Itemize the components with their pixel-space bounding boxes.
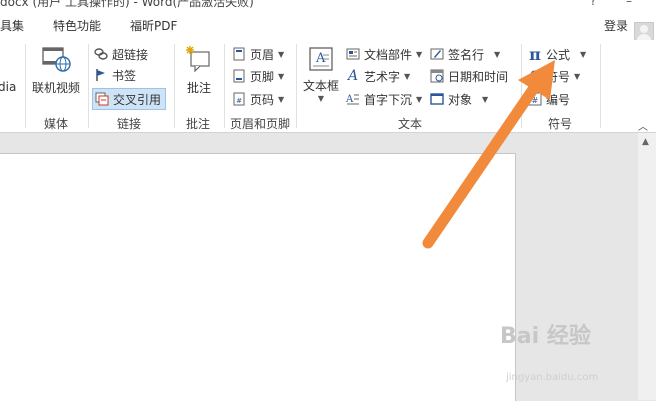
number-label: 编号 (546, 92, 571, 107)
quick-parts-icon (346, 47, 360, 61)
scroll-up-icon[interactable]: ▲ (642, 137, 649, 147)
quick-parts-dropdown[interactable]: 文档部件 ▼ (346, 44, 422, 64)
svg-text:A: A (346, 94, 354, 105)
comment-button[interactable]: 批注 (180, 46, 218, 96)
avatar[interactable] (634, 22, 654, 42)
object-label: 对象 (448, 92, 473, 107)
header-label: 页眉 (250, 47, 275, 62)
watermark-logo: Bai 经验 (500, 324, 591, 349)
number-button[interactable]: # 编号 (528, 89, 570, 109)
chevron-down-icon: ▼ (278, 71, 285, 81)
group-label-text: 文本 (398, 117, 423, 131)
flag-icon (94, 68, 108, 82)
bookmark-label: 书签 (112, 68, 137, 83)
dropcap-icon: A (346, 92, 360, 106)
media-cut-label[interactable]: dia (0, 80, 16, 94)
footer-label: 页脚 (250, 69, 275, 84)
signature-line-dropdown[interactable]: 签名行 ▼ (430, 44, 500, 64)
signature-line-label: 签名行 (448, 47, 485, 62)
group-label-symbols: 符号 (548, 117, 573, 131)
signature-pen-icon (430, 47, 444, 61)
footer-dropdown[interactable]: 页脚 ▼ (232, 66, 284, 86)
wordart-dropdown[interactable]: A 艺术字 ▼ (346, 66, 410, 86)
textbox-dropdown[interactable]: A 文本框 ▼ (300, 46, 342, 103)
page-number-dropdown[interactable]: # 页码 ▼ (232, 89, 284, 109)
equation-dropdown[interactable]: π 公式 ▼ (528, 44, 586, 64)
omega-icon: Ω (529, 68, 541, 84)
cross-reference-button[interactable]: 交叉引用 (92, 88, 167, 110)
quick-parts-label: 文档部件 (364, 47, 413, 62)
svg-text:#: # (236, 97, 242, 105)
chevron-down-icon: ▼ (317, 94, 325, 103)
pi-icon: π (529, 44, 541, 64)
vertical-scrollbar[interactable]: ▲ (638, 133, 656, 400)
page-number-label: 页码 (250, 92, 275, 107)
help-button[interactable]: ? (590, 0, 596, 8)
minimize-button[interactable]: – (626, 0, 632, 8)
bookmark-button[interactable]: 书签 (94, 65, 136, 85)
object-icon (430, 92, 444, 106)
chevron-down-icon: ▼ (404, 71, 411, 81)
page-number-icon: # (232, 92, 246, 106)
online-video-button[interactable]: 联机视频 (30, 46, 82, 96)
textbox-icon: A (309, 47, 333, 71)
hyperlink-button[interactable]: 超链接 (94, 44, 148, 64)
window-title: docx (用户 工具操作的) - Word(产品激活失败) (0, 0, 254, 9)
ribbon-insert: dia 联机视频 媒体 超链接 书签 交叉引用 链接 批注 批注 页眉 ▼ 页脚… (0, 40, 656, 133)
group-label-header-footer: 页眉和页脚 (230, 117, 291, 131)
cross-reference-icon (95, 92, 109, 106)
chevron-down-icon: ▼ (580, 49, 587, 59)
group-label-comments: 批注 (186, 117, 211, 131)
new-comment-icon (186, 46, 210, 73)
cross-reference-label: 交叉引用 (113, 92, 162, 107)
chevron-down-icon: ▼ (574, 71, 581, 81)
dropcap-dropdown[interactable]: A 首字下沉 ▼ (346, 89, 422, 109)
header-dropdown[interactable]: 页眉 ▼ (232, 44, 284, 64)
number-icon: # (528, 92, 542, 106)
datetime-button[interactable]: 日期和时间 (430, 66, 508, 86)
wordart-label: 艺术字 (364, 69, 401, 84)
calendar-clock-icon (430, 69, 444, 83)
header-page-icon (232, 47, 246, 61)
chevron-down-icon: ▼ (416, 49, 423, 59)
watermark-url: jingyan.baidu.com (506, 372, 599, 383)
ribbon-tabs: 具集 特色功能 福昕PDF 登录 (0, 10, 656, 42)
footer-page-icon (232, 69, 246, 83)
collapse-ribbon-icon[interactable]: ︿ (638, 118, 648, 133)
symbol-dropdown[interactable]: Ω 符号 ▼ (528, 66, 581, 86)
chevron-down-icon: ▼ (416, 94, 423, 104)
tab-foxit-pdf[interactable]: 福昕PDF (130, 17, 177, 34)
title-bar: docx (用户 工具操作的) - Word(产品激活失败) ? – (0, 0, 656, 10)
wordart-icon: A (347, 68, 359, 84)
dropcap-label: 首字下沉 (364, 92, 413, 107)
chevron-down-icon: ▼ (278, 94, 285, 104)
chevron-down-icon: ▼ (278, 49, 285, 59)
hyperlink-label: 超链接 (112, 47, 149, 62)
textbox-label: 文本框 (302, 79, 339, 93)
online-video-label: 联机视频 (31, 81, 80, 95)
login-link[interactable]: 登录 (604, 17, 628, 34)
equation-label: 公式 (546, 47, 571, 62)
group-label-links: 链接 (117, 117, 142, 131)
document-area: ▲ (0, 133, 656, 401)
tab-special-features[interactable]: 特色功能 (53, 17, 101, 34)
svg-text:#: # (532, 96, 539, 105)
datetime-label: 日期和时间 (448, 69, 509, 84)
film-globe-icon (42, 47, 71, 72)
chain-link-icon (94, 47, 108, 61)
document-page[interactable] (0, 153, 516, 401)
tab-tools[interactable]: 具集 (0, 17, 24, 34)
chevron-down-icon: ▼ (482, 94, 489, 104)
comment-label: 批注 (186, 81, 211, 95)
chevron-down-icon: ▼ (494, 49, 501, 59)
object-dropdown[interactable]: 对象 ▼ (430, 89, 488, 109)
symbol-label: 符号 (546, 69, 571, 84)
group-label-media: 媒体 (44, 117, 69, 131)
